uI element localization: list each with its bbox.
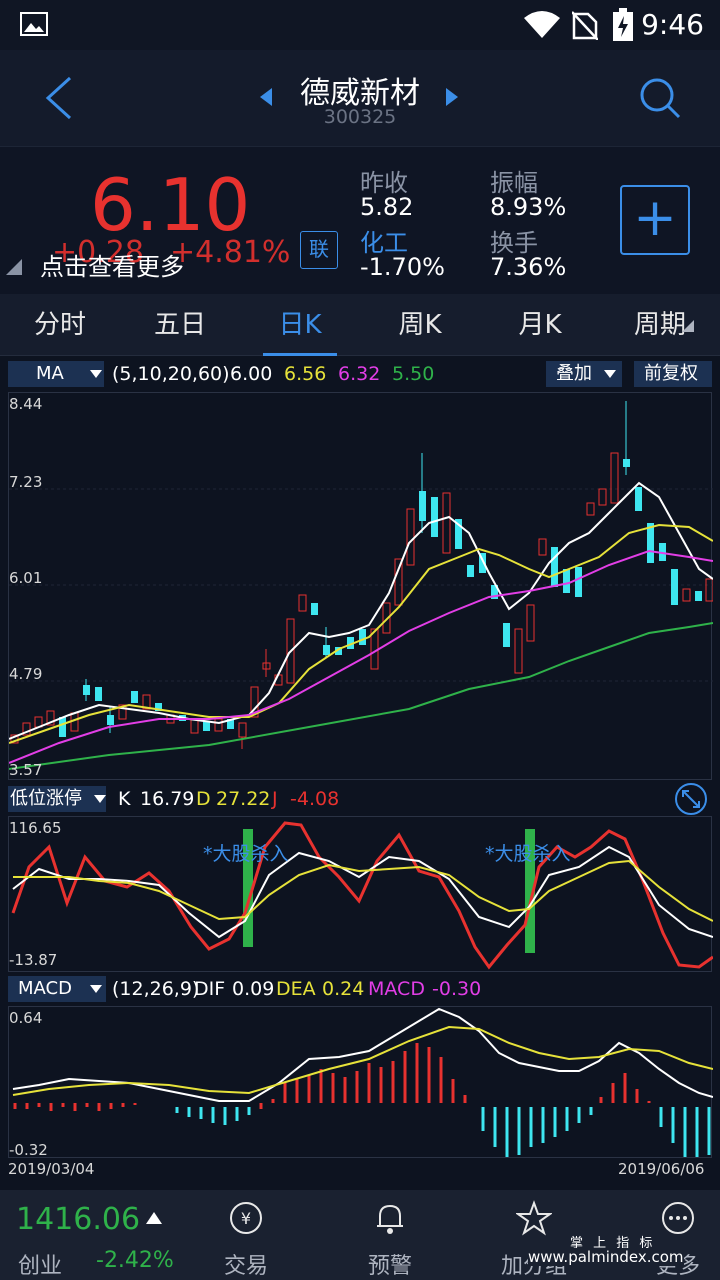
adjust-button[interactable]: 前复权 <box>634 361 712 387</box>
y-axis-label-2: 7.23 <box>9 473 43 491</box>
macd-name: MACD <box>18 978 72 999</box>
dif-label: DIF <box>194 978 226 1000</box>
ma60-value: 5.50 <box>392 363 435 385</box>
tab-intraday[interactable]: 分时 <box>5 294 115 356</box>
dea-label: DEA <box>276 978 316 1000</box>
index-name: 创业 <box>18 1254 63 1279</box>
gallery-icon <box>20 12 48 36</box>
ma-params: (5,10,20,60) <box>112 363 230 385</box>
dropdown-icon <box>90 370 102 378</box>
no-sim-icon <box>572 11 598 40</box>
stock-header: 德威新材 300325 <box>0 50 720 146</box>
tab-period[interactable]: 周期 <box>605 294 715 356</box>
search-icon[interactable] <box>638 76 682 120</box>
price-change-pct: +4.81% <box>170 235 291 270</box>
dropdown-icon <box>604 370 616 378</box>
macd-value: -0.30 <box>432 978 482 1000</box>
j-value: -4.08 <box>290 788 340 810</box>
index-value[interactable]: 1416.06 <box>16 1202 140 1237</box>
status-bar: 9:46 <box>0 0 720 50</box>
dea-value: 0.24 <box>322 978 365 1000</box>
macd-selector[interactable]: MACD <box>8 976 106 1002</box>
nav-alert[interactable]: 预警 <box>340 1190 440 1280</box>
amplitude-value: 8.93% <box>490 193 567 221</box>
nav-alert-label: 预警 <box>367 1254 412 1279</box>
ma-selector[interactable]: MA <box>8 361 104 387</box>
macd-top-label: 0.64 <box>9 1009 43 1027</box>
add-watchlist-button[interactable]: + <box>620 185 690 255</box>
ma20-value: 6.32 <box>338 363 381 385</box>
more-icon <box>662 1202 694 1234</box>
macd-bottom-label: -0.32 <box>9 1141 48 1159</box>
kdj-svg <box>11 821 714 970</box>
k-value: 16.79 <box>140 788 195 810</box>
wifi-icon <box>524 11 560 38</box>
macd-chart[interactable]: 0.64 -0.32 <box>8 1006 714 1159</box>
overlay-label: 叠加 <box>556 363 592 384</box>
macd-params: (12,26,9) <box>112 978 200 1000</box>
j-label: J <box>272 788 278 810</box>
more-info-hint[interactable]: 点击查看更多 <box>40 247 184 282</box>
tab-monthly-k[interactable]: 月K <box>485 294 595 356</box>
prev-close-value: 5.82 <box>360 193 414 221</box>
d-label: D <box>196 788 211 810</box>
ma-name: MA <box>36 363 64 384</box>
dropdown-icon <box>94 795 106 803</box>
overlay-button[interactable]: 叠加 <box>546 361 622 387</box>
svg-text:¥: ¥ <box>241 1209 251 1228</box>
turnover-value: 7.36% <box>490 253 567 281</box>
battery-charging-icon <box>613 8 633 41</box>
star-icon <box>516 1200 552 1236</box>
bell-icon <box>377 1204 403 1234</box>
nav-trade-label: 交易 <box>223 1254 268 1279</box>
kdj-selector[interactable]: 低位涨停 <box>8 786 106 812</box>
index-pct: -2.42% <box>96 1248 174 1273</box>
signal-label-2: *大股杀入 <box>485 843 571 865</box>
tab-weekly-k[interactable]: 周K <box>365 294 475 356</box>
next-stock-icon[interactable] <box>444 88 460 106</box>
stock-code: 300325 <box>323 106 397 128</box>
y-axis-label-3: 6.01 <box>9 569 43 587</box>
period-corner-icon <box>682 320 694 332</box>
kline-chart[interactable]: 8.44 7.23 6.01 4.79 3.57 <box>8 392 714 780</box>
fullscreen-icon[interactable] <box>674 782 708 816</box>
date-end-label: 2019/06/06 <box>618 1160 705 1178</box>
trade-icon: ¥ <box>230 1202 262 1234</box>
dea-line <box>12 1025 714 1096</box>
tab-daily-k[interactable]: 日K <box>245 294 355 356</box>
tab-five-day[interactable]: 五日 <box>125 294 235 356</box>
j-line <box>11 821 714 970</box>
status-time: 9:46 <box>641 8 704 41</box>
nav-add-group[interactable]: 加分组 <box>484 1190 584 1280</box>
signal-label-1: *大股杀入 <box>203 843 289 865</box>
kline-svg <box>8 401 714 770</box>
chart-tabs: 分时 五日 日K 周K 月K 周期 <box>0 294 720 356</box>
y-axis-label-4: 4.79 <box>9 665 43 683</box>
dropdown-icon <box>90 985 102 993</box>
y-axis-label-5: 3.57 <box>9 761 43 779</box>
watermark-line2: www.palmindex.com <box>528 1248 684 1266</box>
kdj-chart[interactable]: 116.65 -13.87 *大股杀入 *大股杀入 <box>8 816 714 972</box>
k-label: K <box>118 788 131 810</box>
dif-value: 0.09 <box>232 978 275 1000</box>
ma20-line <box>8 549 714 764</box>
macd-svg <box>12 1007 714 1157</box>
d-value: 27.22 <box>216 788 271 810</box>
up-arrow-icon <box>146 1212 162 1224</box>
kdj-name: 低位涨停 <box>10 788 82 809</box>
kdj-bottom-label: -13.87 <box>9 951 58 969</box>
macd-label: MACD <box>368 978 425 1000</box>
y-axis-label-1: 8.44 <box>9 395 43 413</box>
ma5-line <box>8 481 714 740</box>
nav-trade[interactable]: ¥ 交易 <box>196 1190 296 1280</box>
kdj-top-label: 116.65 <box>9 819 62 837</box>
date-start-label: 2019/03/04 <box>8 1160 95 1178</box>
quote-panel[interactable]: 6.10 +0.28 +4.81% 点击查看更多 联 昨收 5.82 化工 -1… <box>0 146 720 294</box>
ma5-value: 6.00 <box>230 363 273 385</box>
ma10-value: 6.56 <box>284 363 327 385</box>
sector-pct: -1.70% <box>360 253 445 281</box>
expand-corner-icon <box>6 259 22 275</box>
candlesticks <box>10 401 714 749</box>
linked-button[interactable]: 联 <box>300 231 338 269</box>
